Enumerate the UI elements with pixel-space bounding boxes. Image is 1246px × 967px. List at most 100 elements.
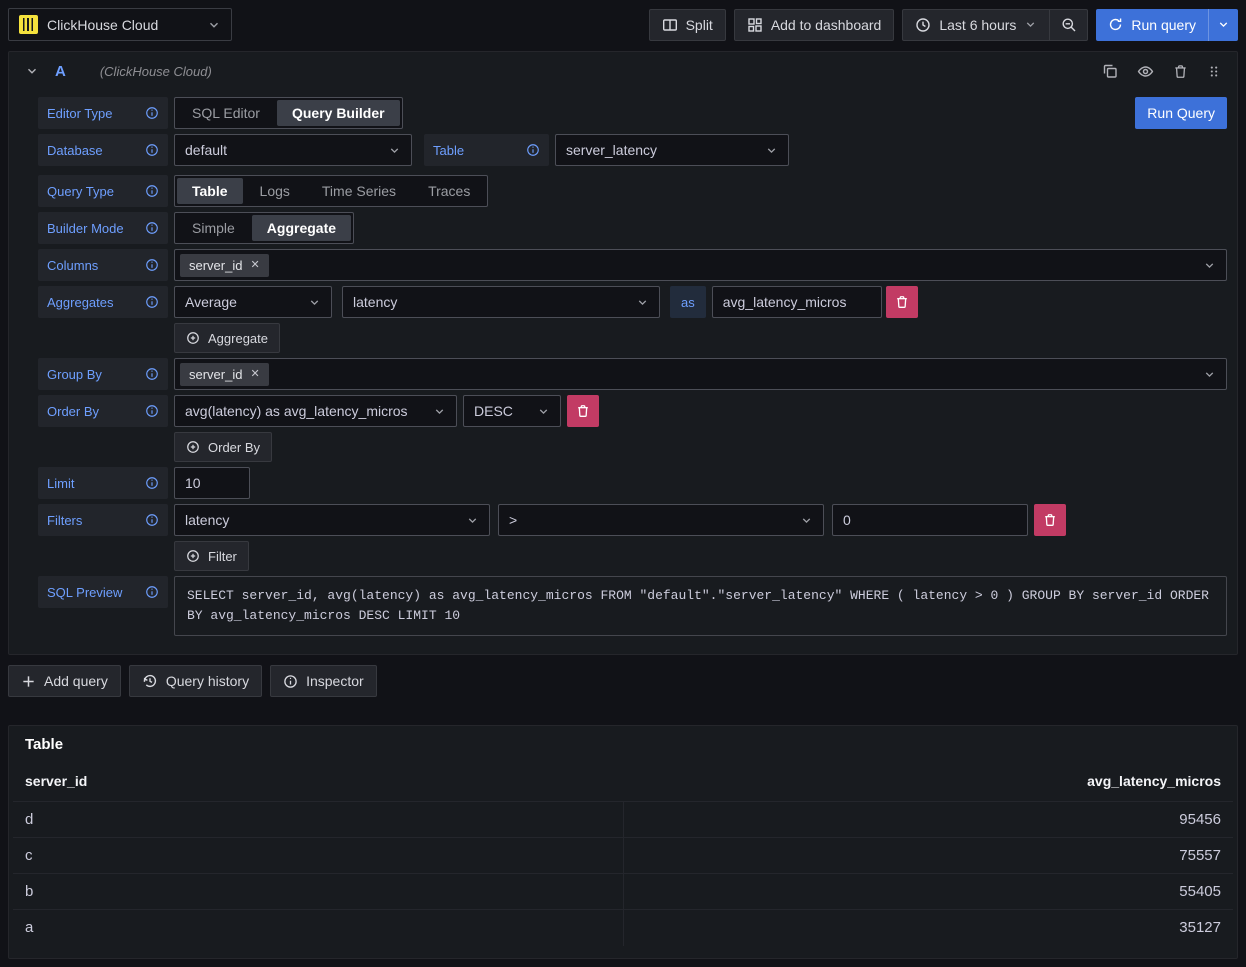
filter-operator-select[interactable]: > [498, 504, 824, 536]
trash-icon [895, 295, 909, 309]
builder-mode-radio-group: Simple Aggregate [174, 212, 354, 244]
filter-value-input[interactable]: 0 [832, 504, 1028, 536]
remove-aggregate-button[interactable] [886, 286, 918, 318]
query-ref-id[interactable]: A [55, 63, 66, 80]
collapse-query-icon[interactable] [25, 64, 39, 78]
info-icon[interactable] [145, 221, 159, 235]
run-query-split-button: Run query [1096, 9, 1238, 41]
time-range-picker[interactable]: Last 6 hours [902, 9, 1050, 41]
info-icon[interactable] [145, 106, 159, 120]
split-label: Split [686, 17, 713, 33]
query-type-option-traces[interactable]: Traces [413, 178, 485, 204]
database-table-row: Database default Table [38, 134, 1227, 166]
limit-input[interactable]: 10 [174, 467, 250, 499]
aggregate-function-select[interactable]: Average [174, 286, 332, 318]
cell-avg-latency: 95456 [623, 802, 1233, 838]
editor-type-option-query-builder[interactable]: Query Builder [277, 100, 400, 126]
duplicate-query-icon[interactable] [1102, 63, 1118, 79]
chevron-down-icon [1203, 259, 1216, 272]
aggregate-alias-input[interactable]: avg_latency_micros [712, 286, 882, 318]
info-icon[interactable] [145, 404, 159, 418]
info-icon[interactable] [526, 143, 540, 157]
delete-query-trash-icon[interactable] [1173, 64, 1188, 79]
add-aggregate-row: Aggregate [38, 323, 1227, 353]
aggregate-function-value: Average [185, 294, 237, 310]
run-query-dropdown-toggle[interactable] [1208, 9, 1238, 41]
group-by-multiselect[interactable]: server_id ✕ [174, 358, 1227, 390]
time-zoom-out-button[interactable] [1050, 9, 1088, 41]
split-pane-icon [662, 17, 678, 33]
info-icon[interactable] [145, 258, 159, 272]
query-datasource-hint: (ClickHouse Cloud) [100, 64, 212, 79]
order-by-expression-value: avg(latency) as avg_latency_micros [185, 403, 408, 419]
circle-plus-icon [186, 440, 200, 454]
query-type-option-table[interactable]: Table [177, 178, 243, 204]
run-query-button[interactable]: Run query [1096, 9, 1208, 41]
add-order-by-button[interactable]: Order By [174, 432, 272, 462]
group-by-tag-server-id: server_id ✕ [180, 363, 269, 386]
query-editor-body: Editor Type SQL Editor Query Builder Run… [9, 90, 1237, 654]
column-header-server-id[interactable]: server_id [13, 765, 623, 802]
column-header-avg-latency-micros[interactable]: avg_latency_micros [623, 765, 1233, 802]
group-by-label: Group By [38, 358, 168, 390]
chevron-down-icon [537, 405, 550, 418]
order-by-direction-select[interactable]: DESC [463, 395, 561, 427]
chevron-down-icon [207, 18, 221, 32]
builder-mode-option-simple[interactable]: Simple [177, 215, 250, 241]
info-icon[interactable] [145, 184, 159, 198]
chevron-down-icon [636, 296, 649, 309]
chevron-down-icon [433, 405, 446, 418]
inspector-button[interactable]: Inspector [270, 665, 377, 697]
add-filter-button[interactable]: Filter [174, 541, 249, 571]
remove-tag-icon[interactable]: ✕ [250, 369, 259, 380]
query-editor-header: A (ClickHouse Cloud) [9, 52, 1237, 90]
drag-handle-icon[interactable] [1207, 64, 1221, 79]
add-to-dashboard-button[interactable]: Add to dashboard [734, 9, 895, 41]
builder-mode-option-aggregate[interactable]: Aggregate [252, 215, 351, 241]
info-icon[interactable] [145, 295, 159, 309]
add-query-button[interactable]: Add query [8, 665, 121, 697]
editor-run-query-button[interactable]: Run Query [1135, 97, 1227, 129]
query-editor-panel: A (ClickHouse Cloud) [8, 51, 1238, 655]
datasource-picker[interactable]: ClickHouse Cloud [8, 8, 232, 41]
filters-row: Filters latency > 0 [38, 504, 1227, 536]
order-by-expression-select[interactable]: avg(latency) as avg_latency_micros [174, 395, 457, 427]
columns-multiselect[interactable]: server_id ✕ [174, 249, 1227, 281]
database-value: default [185, 142, 227, 158]
circle-plus-icon [186, 549, 200, 563]
remove-filter-button[interactable] [1034, 504, 1066, 536]
filter-column-select[interactable]: latency [174, 504, 490, 536]
query-type-option-time-series[interactable]: Time Series [307, 178, 411, 204]
table-select[interactable]: server_latency [555, 134, 789, 166]
chevron-down-icon [765, 144, 778, 157]
info-icon[interactable] [145, 476, 159, 490]
history-icon [142, 673, 158, 689]
query-type-option-logs[interactable]: Logs [245, 178, 305, 204]
add-aggregate-button[interactable]: Aggregate [174, 323, 280, 353]
results-table: server_id avg_latency_micros d 95456 c 7… [13, 765, 1233, 946]
query-history-button[interactable]: Query history [129, 665, 262, 697]
info-icon[interactable] [145, 585, 159, 599]
filters-label: Filters [38, 504, 168, 536]
run-query-label: Run query [1131, 17, 1196, 33]
remove-order-by-button[interactable] [567, 395, 599, 427]
cell-avg-latency: 55405 [623, 874, 1233, 910]
filter-column-value: latency [185, 512, 229, 528]
chevron-down-icon [466, 514, 479, 527]
columns-label: Columns [38, 249, 168, 281]
hide-query-eye-icon[interactable] [1137, 63, 1154, 80]
zoom-out-icon [1061, 17, 1077, 33]
info-icon[interactable] [145, 513, 159, 527]
aggregate-column-select[interactable]: latency [342, 286, 660, 318]
database-select[interactable]: default [174, 134, 412, 166]
editor-type-row: Editor Type SQL Editor Query Builder Run… [38, 97, 1227, 129]
editor-type-option-sql-editor[interactable]: SQL Editor [177, 100, 275, 126]
split-button[interactable]: Split [649, 9, 726, 41]
cell-server-id: c [13, 838, 623, 874]
circle-plus-icon [186, 331, 200, 345]
filter-operator-value: > [509, 512, 517, 528]
info-icon[interactable] [145, 367, 159, 381]
info-icon[interactable] [145, 143, 159, 157]
chevron-down-icon [1203, 368, 1216, 381]
remove-tag-icon[interactable]: ✕ [250, 260, 259, 271]
